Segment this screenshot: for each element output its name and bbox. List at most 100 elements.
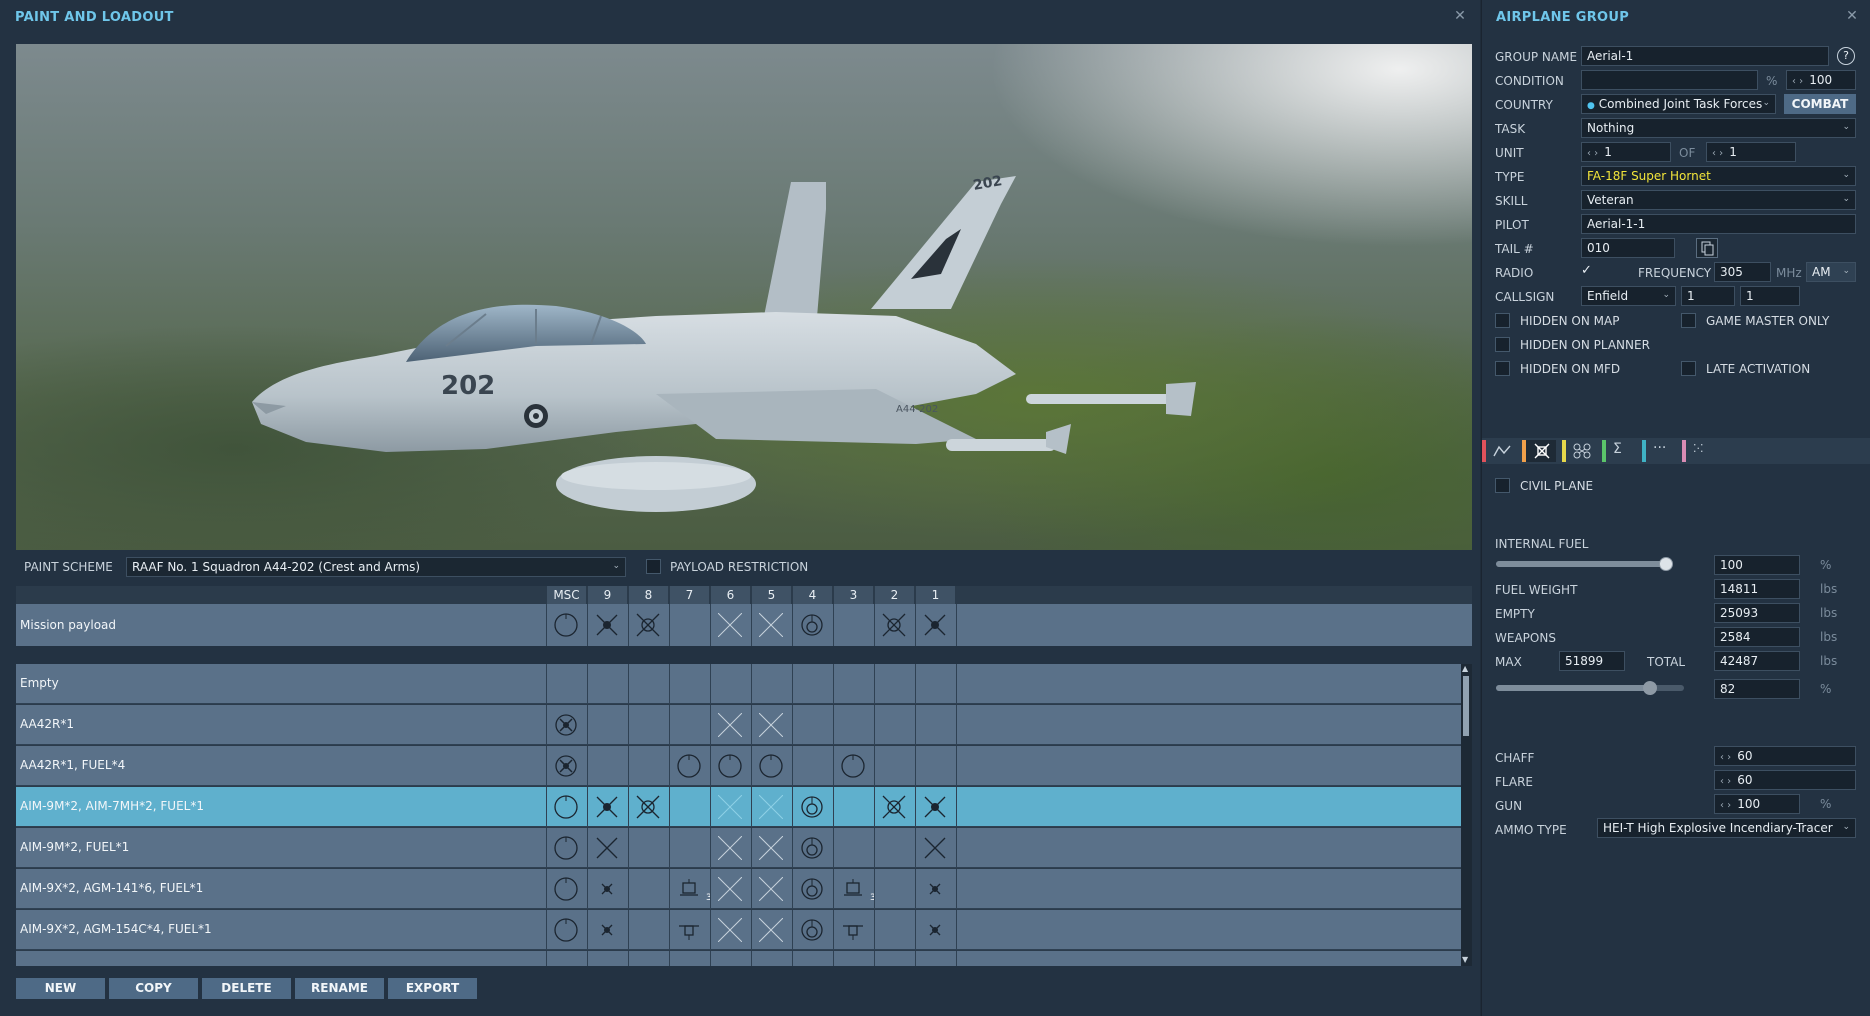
skill-select[interactable]: Veteran ⌄: [1581, 190, 1856, 210]
late-activation-checkbox[interactable]: [1681, 361, 1696, 376]
blocked-station-icon: [751, 828, 791, 868]
copy-button[interactable]: COPY: [109, 978, 198, 999]
hidden-on-map-label: HIDDEN ON MAP: [1520, 314, 1620, 328]
hidden-on-planner-checkbox[interactable]: [1495, 337, 1510, 352]
tab-summary[interactable]: Σ: [1602, 440, 1636, 462]
station-grid-line: [669, 746, 670, 785]
flare-value: 60: [1737, 773, 1753, 787]
loadout-row[interactable]: AIM-9M*2, FUEL*1: [16, 828, 1461, 868]
blocked-station-icon: [710, 869, 750, 909]
unit-of-stepper[interactable]: ‹ › 1: [1706, 142, 1796, 162]
hidden-on-mfd-checkbox[interactable]: [1495, 361, 1510, 376]
radio-checkbox[interactable]: ✓: [1581, 263, 1597, 279]
close-icon[interactable]: ✕: [1452, 8, 1468, 24]
stepper-arrows-icon[interactable]: ‹ ›: [1792, 76, 1803, 87]
tail-input[interactable]: 010: [1581, 238, 1675, 258]
station-grid-line: [710, 705, 711, 744]
station-grid-line: [915, 910, 916, 949]
station-grid-line: [833, 604, 834, 646]
group-name-label: GROUP NAME: [1495, 50, 1578, 64]
fuel-weight-input[interactable]: 14811: [1714, 579, 1800, 599]
weight-percent-input[interactable]: 82: [1714, 679, 1800, 699]
loadout-row-selected[interactable]: AIM-9M*2, AIM-7MH*2, FUEL*1: [16, 787, 1461, 827]
station-grid-line: [546, 746, 547, 785]
scroll-down-icon[interactable]: ▼: [1462, 955, 1468, 964]
type-select[interactable]: FA-18F Super Hornet ⌄: [1581, 166, 1856, 186]
weight-percent-slider-knob[interactable]: [1643, 681, 1657, 695]
mission-payload-row[interactable]: Mission payload: [16, 604, 1472, 646]
help-icon[interactable]: ?: [1837, 47, 1855, 65]
unit-stepper[interactable]: ‹ › 1: [1581, 142, 1671, 162]
fuel-weight-label: FUEL WEIGHT: [1495, 583, 1578, 597]
loadout-row[interactable]: AIM-9X*2, AGM-154C*4, FUEL*1: [16, 910, 1461, 950]
loadout-name: AIM-9X*2, AGM-154C*4, FUEL*1: [20, 922, 212, 936]
ammo-type-select[interactable]: HEI-T High Explosive Incendiary-Tracer ⌄: [1597, 818, 1856, 838]
new-button[interactable]: NEW: [16, 978, 105, 999]
fuel-tank-icon: [792, 910, 832, 950]
frequency-input[interactable]: 305: [1714, 262, 1771, 282]
game-master-only-checkbox[interactable]: [1681, 313, 1696, 328]
tab-route[interactable]: [1482, 440, 1516, 462]
loadout-row[interactable]: AA42R*1, FUEL*4: [16, 746, 1461, 786]
task-select[interactable]: Nothing ⌄: [1581, 118, 1856, 138]
stepper-arrows-icon[interactable]: ‹ ›: [1587, 148, 1598, 159]
loadout-row[interactable]: Empty: [16, 664, 1461, 704]
internal-fuel-slider[interactable]: [1496, 557, 1673, 571]
rename-button[interactable]: RENAME: [295, 978, 384, 999]
paint-scheme-select[interactable]: RAAF No. 1 Squadron A44-202 (Crest and A…: [126, 557, 626, 577]
callsign-group-input[interactable]: 1: [1681, 286, 1735, 306]
missile-icon: [587, 787, 627, 827]
civil-plane-checkbox[interactable]: [1495, 478, 1510, 493]
copy-tail-icon[interactable]: [1696, 238, 1718, 258]
loadout-list[interactable]: Empty AA42R*1 AA42R*1, FUEL*4 AIM-9M*2, …: [16, 664, 1461, 966]
tab-waypoint[interactable]: [1562, 440, 1596, 462]
tab-more[interactable]: ···: [1642, 440, 1676, 462]
stepper-arrows-icon[interactable]: ‹ ›: [1720, 800, 1731, 811]
callsign-select[interactable]: Enfield ⌄: [1581, 286, 1676, 306]
condition-stepper[interactable]: ‹ › 100: [1786, 70, 1856, 90]
station-grid-line: [751, 604, 752, 646]
station-grid-line: [874, 787, 875, 826]
flare-stepper[interactable]: ‹ › 60: [1714, 770, 1856, 790]
close-icon[interactable]: ✕: [1844, 8, 1860, 24]
scroll-up-icon[interactable]: ▲: [1462, 664, 1468, 673]
station-grid-line: [751, 828, 752, 867]
loadout-row[interactable]: AA42R*1: [16, 705, 1461, 745]
loadout-row[interactable]: AIM-9X*2, AGM-141*6, FUEL*1 3 3: [16, 869, 1461, 909]
station-grid-line: [874, 705, 875, 744]
country-select[interactable]: ● Combined Joint Task Forces ⌄: [1581, 94, 1776, 114]
modulation-select[interactable]: AM ⌄: [1806, 262, 1856, 282]
panel-title: PAINT AND LOADOUT: [15, 10, 174, 25]
tab-triggers[interactable]: ⁚·⁚: [1682, 440, 1716, 462]
callsign-unit-input[interactable]: 1: [1740, 286, 1800, 306]
chaff-stepper[interactable]: ‹ › 60: [1714, 746, 1856, 766]
gun-stepper[interactable]: ‹ › 100: [1714, 794, 1800, 814]
stepper-arrows-icon[interactable]: ‹ ›: [1720, 776, 1731, 787]
internal-fuel-slider-knob[interactable]: [1659, 557, 1673, 571]
station-grid-line: [546, 869, 547, 908]
station-grid-line: [546, 705, 547, 744]
station-grid-line: [956, 746, 957, 785]
combat-button[interactable]: COMBAT: [1784, 94, 1856, 114]
loadout-scrollbar[interactable]: ▲ ▼: [1461, 664, 1472, 966]
aircraft-preview[interactable]: 202 202 A44-202: [16, 44, 1472, 550]
station-grid-line: [915, 604, 916, 646]
export-button[interactable]: EXPORT: [388, 978, 477, 999]
group-name-input[interactable]: Aerial-1: [1581, 46, 1829, 66]
loadout-row-partial[interactable]: [16, 951, 1461, 966]
stepper-arrows-icon[interactable]: ‹ ›: [1712, 148, 1723, 159]
station-grid-line: [546, 787, 547, 826]
delete-button[interactable]: DELETE: [202, 978, 291, 999]
station-grid-line: [710, 869, 711, 908]
pilot-input[interactable]: Aerial-1-1: [1581, 214, 1856, 234]
weight-percent-slider[interactable]: [1496, 681, 1684, 695]
station-grid-line: [587, 828, 588, 867]
internal-fuel-input[interactable]: 100: [1714, 555, 1800, 575]
station-grid-line: [669, 705, 670, 744]
payload-restriction-checkbox[interactable]: [646, 559, 661, 574]
tab-payload[interactable]: [1522, 440, 1556, 462]
stepper-arrows-icon[interactable]: ‹ ›: [1720, 752, 1731, 763]
scroll-thumb[interactable]: [1463, 676, 1469, 736]
hidden-on-map-checkbox[interactable]: [1495, 313, 1510, 328]
station-grid-line: [751, 664, 752, 703]
